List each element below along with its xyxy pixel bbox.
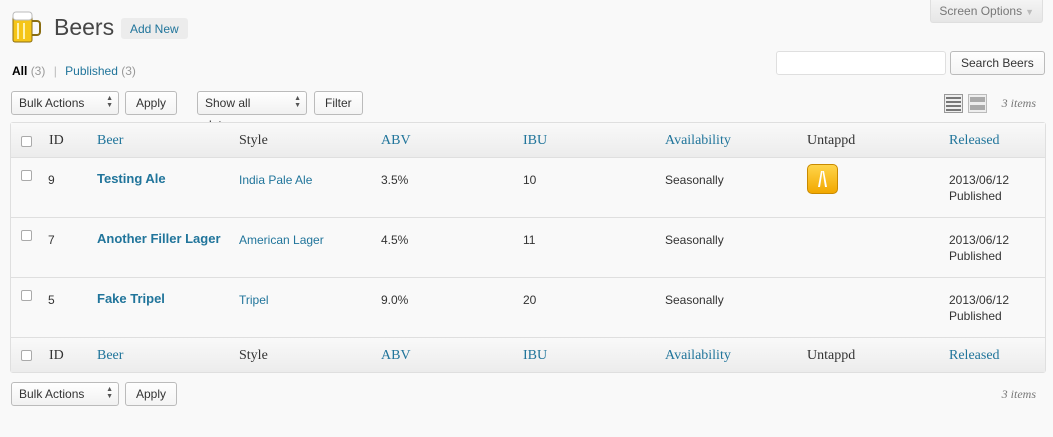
cell-availability: Seasonally [665, 233, 724, 247]
column-availability[interactable]: Availability [665, 348, 731, 364]
table-row: 5 Fake Tripel Tripel 9.0% 20 Seasonally … [11, 278, 1045, 338]
excerpt-view-icon[interactable] [968, 94, 987, 113]
column-style: Style [239, 348, 268, 363]
table-header: ID Beer Style ABV IBU Availability Untap… [11, 123, 1045, 158]
date-filter-select[interactable]: Show all dates ▲▼ [197, 91, 307, 132]
released-date: 2013/06/12 [949, 173, 1010, 187]
view-separator: | [53, 64, 57, 78]
column-id: ID [49, 133, 64, 148]
cell-id: 5 [48, 293, 55, 307]
cell-beer-title[interactable]: Another Filler Lager [97, 231, 221, 247]
search-input[interactable] [776, 51, 946, 75]
untappd-logo-icon [818, 171, 827, 187]
cell-ibu: 20 [523, 293, 537, 307]
filter-button[interactable]: Filter [314, 91, 363, 115]
select-all-checkbox[interactable] [21, 136, 32, 147]
cell-style[interactable]: American Lager [239, 232, 324, 248]
released-date: 2013/06/12 [949, 233, 1010, 247]
cell-beer-title[interactable]: Testing Ale [97, 171, 166, 187]
column-released[interactable]: Released [949, 133, 1000, 149]
apply-button-top[interactable]: Apply [125, 91, 178, 115]
screen-options-button[interactable]: Screen Options ▼ [930, 0, 1043, 23]
view-filters: All (3) | Published (3) [12, 64, 136, 78]
cell-abv: 3.5% [381, 173, 409, 187]
cell-availability: Seasonally [665, 293, 724, 307]
released-date: 2013/06/12 [949, 293, 1010, 307]
column-id: ID [49, 348, 64, 363]
column-abv[interactable]: ABV [381, 133, 411, 149]
view-all-count: (3) [30, 64, 46, 78]
screen-options-label: Screen Options [939, 4, 1023, 18]
table-footer: ID Beer Style ABV IBU Availability Untap… [11, 337, 1045, 372]
view-all-link[interactable]: All [12, 64, 27, 78]
select-arrows-icon: ▲ ▼ [106, 386, 113, 400]
cell-id: 9 [48, 173, 55, 187]
cell-style[interactable]: India Pale Ale [239, 172, 312, 188]
released-status: Published [949, 189, 1002, 203]
cell-style[interactable]: Tripel [239, 292, 269, 308]
cell-abv: 4.5% [381, 233, 409, 247]
cell-beer-title[interactable]: Fake Tripel [97, 291, 165, 307]
select-arrows-icon: ▲ ▼ [106, 95, 113, 109]
released-status: Published [949, 249, 1002, 263]
column-style: Style [239, 133, 268, 148]
column-beer[interactable]: Beer [97, 133, 123, 149]
bulk-actions-value: Bulk Actions [19, 96, 85, 110]
select-all-checkbox-bottom[interactable] [21, 350, 32, 361]
row-checkbox[interactable] [21, 230, 32, 241]
column-beer[interactable]: Beer [97, 348, 123, 364]
cell-ibu: 10 [523, 173, 537, 187]
select-arrows-icon: ▲ ▼ [294, 95, 301, 109]
cell-id: 7 [48, 233, 55, 247]
view-published-count: (3) [121, 64, 136, 78]
column-abv[interactable]: ABV [381, 348, 411, 364]
beer-mug-icon [12, 11, 41, 43]
row-checkbox[interactable] [21, 170, 32, 181]
cell-released: 2013/06/12 Published [949, 172, 1009, 204]
caret-down-icon: ▼ [1025, 7, 1034, 17]
column-ibu[interactable]: IBU [523, 133, 547, 149]
add-new-button[interactable]: Add New [121, 18, 188, 39]
items-count-top: 3 items [1001, 96, 1036, 110]
released-status: Published [949, 309, 1002, 323]
beers-table: ID Beer Style ABV IBU Availability Untap… [10, 122, 1046, 373]
untappd-icon[interactable] [807, 164, 838, 194]
items-count-bottom: 3 items [1001, 387, 1036, 401]
column-untappd: Untappd [807, 133, 856, 148]
cell-released: 2013/06/12 Published [949, 292, 1009, 324]
table-row: 9 Testing Ale India Pale Ale 3.5% 10 Sea… [11, 158, 1045, 218]
column-availability[interactable]: Availability [665, 133, 731, 149]
cell-abv: 9.0% [381, 293, 409, 307]
view-published-link[interactable]: Published [65, 64, 118, 78]
cell-released: 2013/06/12 Published [949, 232, 1009, 264]
list-view-icon[interactable] [944, 94, 963, 113]
column-ibu[interactable]: IBU [523, 348, 547, 364]
table-row: 7 Another Filler Lager American Lager 4.… [11, 218, 1045, 278]
search-beers-button[interactable]: Search Beers [950, 51, 1045, 75]
column-untappd: Untappd [807, 348, 856, 363]
cell-availability: Seasonally [665, 173, 724, 187]
column-released[interactable]: Released [949, 348, 1000, 364]
page-title: Beers [54, 14, 115, 40]
cell-ibu: 11 [523, 233, 536, 247]
bulk-actions-select-bottom[interactable]: Bulk Actions ▲ ▼ [11, 382, 119, 406]
bulk-actions-select-top[interactable]: Bulk Actions ▲ ▼ [11, 91, 119, 115]
row-checkbox[interactable] [21, 290, 32, 301]
bulk-actions-value: Bulk Actions [19, 387, 85, 401]
apply-button-bottom[interactable]: Apply [125, 382, 178, 406]
